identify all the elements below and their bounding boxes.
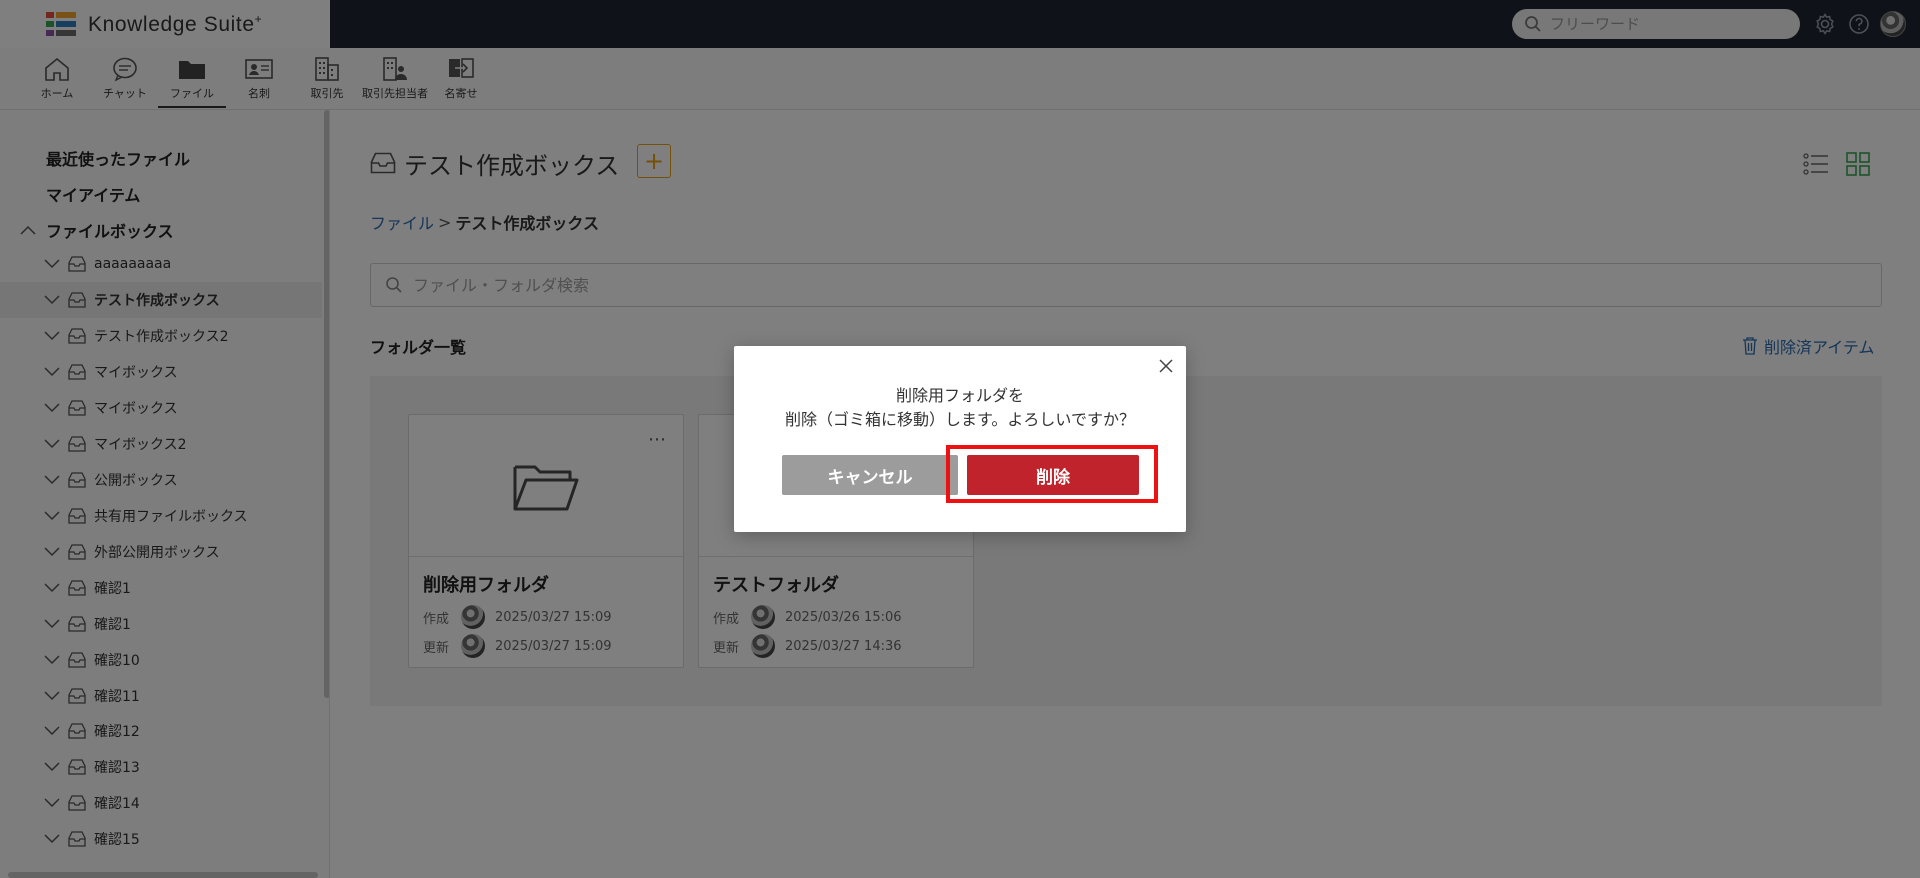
delete-button[interactable]: 削除	[967, 455, 1139, 495]
delete-confirm-dialog: 削除用フォルダを 削除（ゴミ箱に移動）します。よろしいですか？ キャンセル 削除	[734, 346, 1186, 532]
dialog-message: 削除用フォルダを 削除（ゴミ箱に移動）します。よろしいですか？	[785, 386, 1135, 429]
cancel-button[interactable]: キャンセル	[782, 455, 958, 495]
close-icon[interactable]	[1154, 354, 1178, 378]
